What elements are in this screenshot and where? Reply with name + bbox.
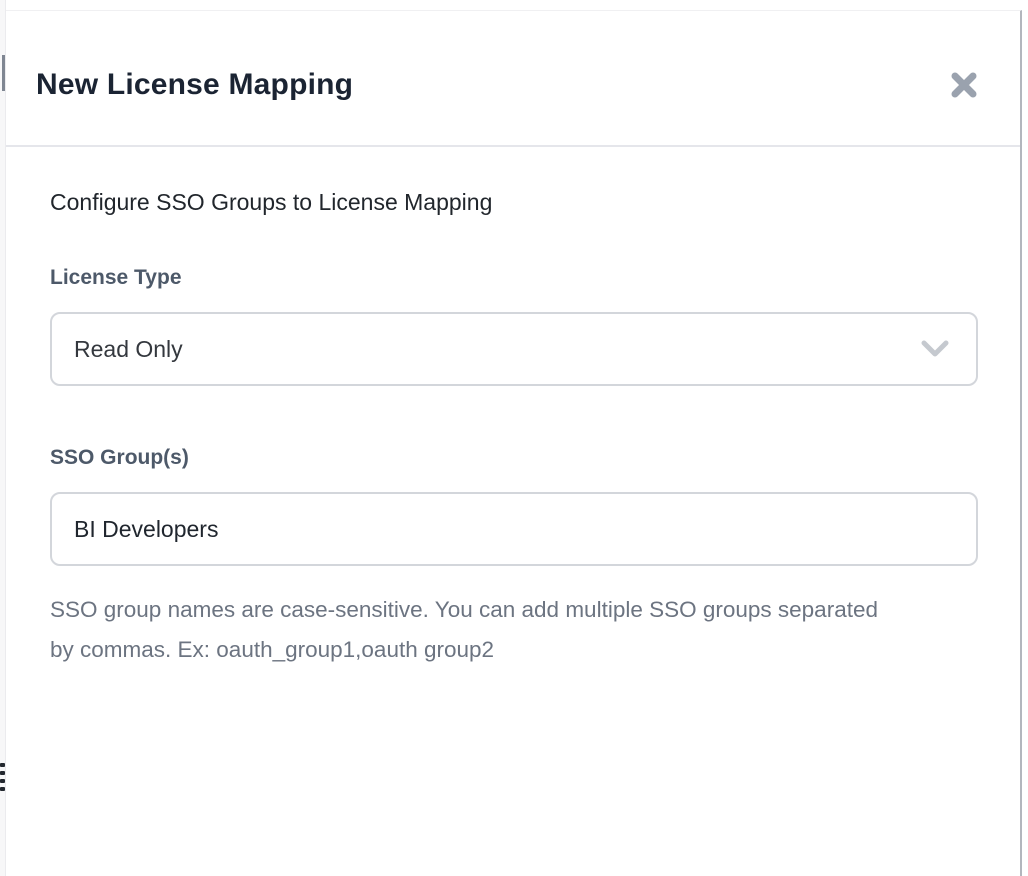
license-type-label: License Type <box>50 266 970 290</box>
license-type-field: License Type Read Only <box>50 266 970 386</box>
sso-groups-field: SSO Group(s) SSO group names are case-se… <box>50 446 970 670</box>
modal-subtitle: Configure SSO Groups to License Mapping <box>50 189 970 216</box>
sso-groups-label: SSO Group(s) <box>50 446 970 470</box>
close-icon <box>948 69 980 101</box>
new-license-mapping-modal: New License Mapping Configure SSO Groups… <box>6 10 1022 876</box>
license-type-selected-value: Read Only <box>74 336 183 363</box>
chevron-down-icon <box>920 339 950 359</box>
sso-groups-help-text: SSO group names are case-sensitive. You … <box>50 590 895 670</box>
underlay-text-fragment <box>2 55 5 91</box>
list-icon-fragment <box>0 763 5 795</box>
sso-groups-input[interactable] <box>50 492 978 566</box>
modal-header: New License Mapping <box>6 11 1020 147</box>
close-button[interactable] <box>942 63 986 107</box>
license-type-select[interactable]: Read Only <box>50 312 978 386</box>
modal-body: Configure SSO Groups to License Mapping … <box>6 147 1020 670</box>
modal-title: New License Mapping <box>36 68 353 102</box>
